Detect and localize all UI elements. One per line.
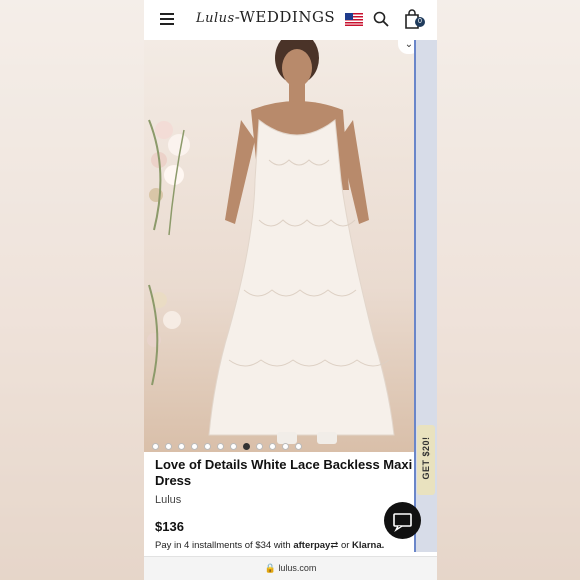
- blurred-background-right: [437, 0, 580, 580]
- model-figure: [208, 40, 395, 444]
- chat-icon: [393, 513, 412, 533]
- blurred-background-left: [0, 0, 144, 580]
- url-text: 🔒 lulus.com: [144, 563, 437, 574]
- afterpay-logo[interactable]: afterpay: [293, 540, 330, 551]
- product-price: $136: [155, 519, 184, 534]
- us-flag-icon[interactable]: [345, 13, 363, 26]
- logo-text: WEDDINGS: [239, 8, 336, 26]
- product-brand[interactable]: Lulus: [155, 494, 181, 506]
- installments-text: Pay in 4 installments of $34 with afterp…: [155, 540, 384, 551]
- phone-screen: Lulus-WEDDINGS 0 ⌄ GET $20! Love of Deta…: [144, 0, 437, 580]
- carousel-dot[interactable]: [152, 443, 159, 451]
- cart-count-badge: 0: [415, 17, 425, 27]
- flower-decoration: [148, 119, 190, 236]
- product-image[interactable]: [144, 40, 414, 452]
- afterpay-icon: ⇄: [330, 540, 339, 551]
- top-nav-bar: Lulus-WEDDINGS 0: [144, 0, 437, 40]
- carousel-dots: [152, 438, 308, 451]
- installments-prefix: Pay in 4 installments of $34 with: [155, 540, 291, 551]
- promo-tab-label: GET $20!: [421, 436, 431, 480]
- chevron-down-icon: ⌄: [404, 39, 414, 50]
- carousel-dot[interactable]: [178, 443, 185, 451]
- carousel-dot[interactable]: [191, 443, 198, 451]
- url-domain: lulus.com: [278, 563, 317, 573]
- or-text: or: [340, 540, 350, 551]
- search-icon[interactable]: [373, 11, 389, 27]
- chat-button[interactable]: [384, 502, 421, 539]
- klarna-logo[interactable]: Klarna.: [352, 540, 384, 551]
- flower-decoration-lower: [147, 284, 181, 386]
- promo-tab[interactable]: GET $20!: [417, 425, 435, 495]
- product-title: Love of Details White Lace Backless Maxi…: [155, 457, 413, 488]
- carousel-dot[interactable]: [165, 443, 172, 451]
- logo-script: Lulus: [196, 11, 235, 26]
- lock-icon: 🔒: [264, 563, 276, 573]
- menu-icon[interactable]: [160, 13, 174, 25]
- browser-url-bar[interactable]: 🔒 lulus.com: [144, 556, 437, 580]
- site-logo[interactable]: Lulus-WEDDINGS: [196, 8, 335, 26]
